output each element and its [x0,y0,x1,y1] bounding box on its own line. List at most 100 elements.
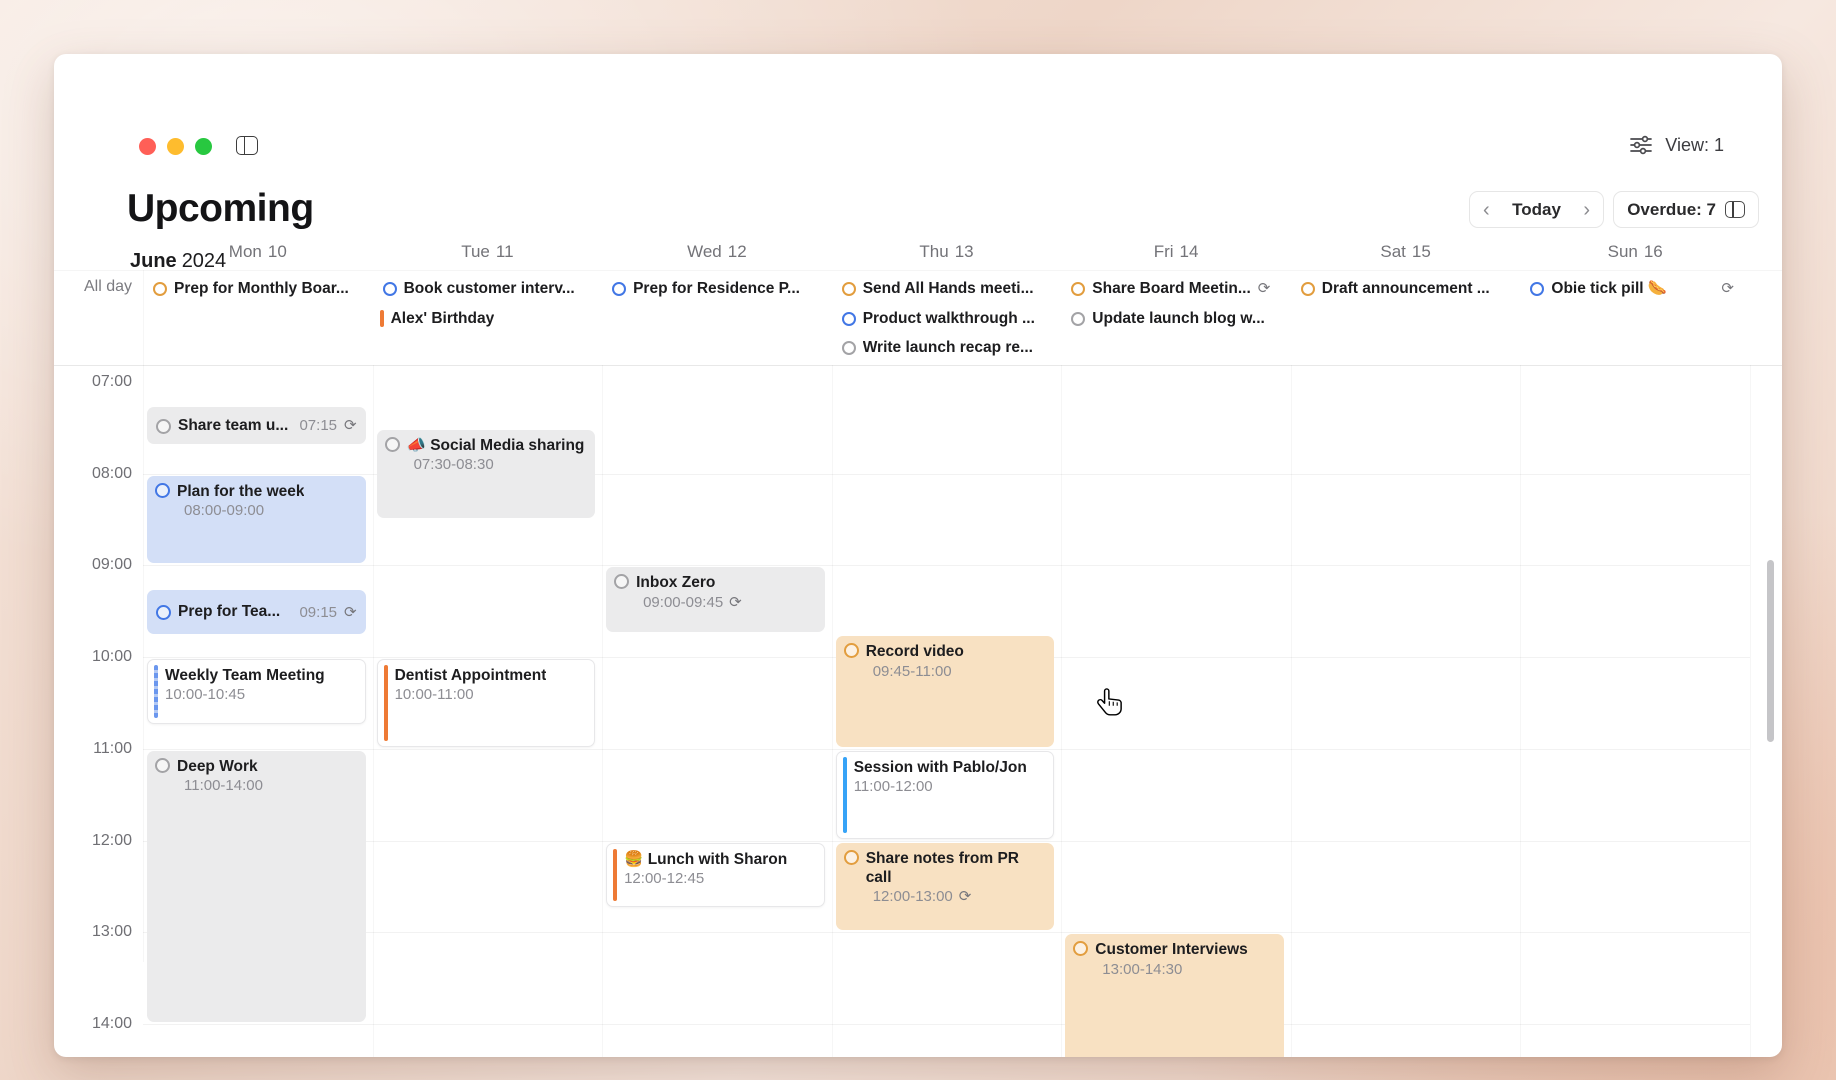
day-name: Sat [1380,242,1406,261]
allday-event[interactable]: Update launch blog w... [1063,306,1283,331]
allday-event[interactable]: Product walkthrough ... [834,306,1054,331]
repeat-icon: ⟳ [729,595,742,610]
event-time-text: 08:00-09:00 [184,502,264,519]
timed-event[interactable]: Plan for the week08:00-09:00 [147,476,366,564]
hour-line [143,1024,1750,1025]
allday-event[interactable]: Prep for Monthly Boar... [145,276,365,301]
time-label: 10:00 [62,648,132,666]
allday-event[interactable]: Alex' Birthday [375,306,595,331]
task-checkbox[interactable] [844,850,859,865]
event-head: Record video [836,636,1055,661]
task-checkbox[interactable] [383,282,397,296]
task-checkbox[interactable] [1301,282,1315,296]
vertical-scrollbar[interactable] [1767,560,1774,742]
event-time: 07:15 [299,417,337,434]
event-head: 📣 Social Media sharing [377,430,596,455]
task-checkbox[interactable] [156,419,171,434]
timed-event[interactable]: Share team u...07:15⟳ [147,407,366,444]
day-number: 11 [496,242,514,261]
event-title: Write launch recap re... [863,335,1033,360]
repeat-icon: ⟳ [344,605,357,620]
task-checkbox[interactable] [1530,282,1544,296]
day-number: 15 [1412,242,1431,261]
timed-event[interactable]: Customer Interviews13:00-14:30 [1065,934,1284,1057]
event-time: 13:00-14:30 [1065,960,1284,978]
allday-event[interactable]: Book customer interv... [375,276,595,301]
event-time-text: 07:30-08:30 [414,456,494,473]
allday-event[interactable]: Share Board Meetin...⟳ [1063,276,1283,301]
timed-event[interactable]: 📣 Social Media sharing07:30-08:30 [377,430,596,518]
allday-event[interactable]: Send All Hands meeti... [834,276,1054,301]
event-time: 09:15 [299,604,337,621]
time-label: 08:00 [62,465,132,483]
column-divider [143,270,144,962]
event-title: Deep Work [177,757,258,776]
day-number: 16 [1644,242,1663,261]
color-bar [380,310,384,327]
timed-event[interactable]: Share notes from PR call12:00-13:00⟳ [836,843,1055,931]
timed-event[interactable]: Prep for Tea...09:15⟳ [147,590,366,633]
column-divider [1750,365,1751,1057]
event-title: Customer Interviews [1095,940,1247,959]
event-title: Product walkthrough ... [863,306,1035,331]
event-time: 11:00-14:00 [147,776,366,794]
day-header-sun: Sun 16 [1608,242,1663,262]
task-checkbox[interactable] [1073,941,1088,956]
day-number: 14 [1180,242,1199,261]
allday-event[interactable]: Obie tick pill 🌭⟳ [1522,276,1742,301]
task-checkbox[interactable] [614,574,629,589]
event-title: Plan for the week [177,482,304,501]
color-bar [154,665,158,718]
task-checkbox[interactable] [612,282,626,296]
allday-event[interactable]: Prep for Residence P... [604,276,824,301]
column-divider [1520,365,1521,1057]
timed-event[interactable]: Weekly Team Meeting10:00-10:45 [147,659,366,724]
timed-event[interactable]: Record video09:45-11:00 [836,636,1055,747]
event-time: 09:45-11:00 [836,662,1055,680]
timed-event[interactable]: Inbox Zero09:00-09:45⟳ [606,567,825,632]
time-label: 09:00 [62,556,132,574]
task-checkbox[interactable] [156,605,171,620]
timed-event[interactable]: 🍔 Lunch with Sharon12:00-12:45 [606,843,825,908]
task-checkbox[interactable] [1071,312,1085,326]
event-title: Alex' Birthday [391,306,495,331]
hour-line [143,565,1750,566]
day-name: Mon [229,242,262,261]
event-title: Session with Pablo/Jon [854,758,1027,777]
task-checkbox[interactable] [842,282,856,296]
timed-event[interactable]: Dentist Appointment10:00-11:00 [377,659,596,747]
task-checkbox[interactable] [1071,282,1085,296]
calendar-grid: Mon10Tue11Wed12Thu13Fri14Sat15Sun1607:00… [54,54,1782,1057]
task-checkbox[interactable] [842,312,856,326]
task-checkbox[interactable] [842,341,856,355]
event-time: 12:00-13:00⟳ [836,887,1055,905]
task-checkbox[interactable] [844,643,859,658]
column-divider [373,365,374,1057]
event-time: 10:00-10:45 [148,685,365,703]
app-window: View: 1 Upcoming June2024 ‹ Today › Over… [54,54,1782,1057]
repeat-icon: ⟳ [1258,281,1271,296]
repeat-icon: ⟳ [959,889,972,904]
hour-line [143,841,1750,842]
day-header-sat: Sat 15 [1380,242,1430,262]
timed-event[interactable]: Session with Pablo/Jon11:00-12:00 [836,751,1055,839]
task-checkbox[interactable] [385,437,400,452]
event-head: Session with Pablo/Jon [837,752,1054,777]
allday-top-divider [54,270,1782,271]
timed-event[interactable]: Deep Work11:00-14:00 [147,751,366,1022]
column-divider [832,365,833,1057]
event-head: Dentist Appointment [378,660,595,685]
repeat-icon: ⟳ [344,418,357,433]
event-title: Update launch blog w... [1092,306,1265,331]
day-name: Sun [1608,242,1638,261]
day-name: Thu [919,242,948,261]
column-divider [1291,365,1292,1057]
task-checkbox[interactable] [153,282,167,296]
task-checkbox[interactable] [155,758,170,773]
task-checkbox[interactable] [155,483,170,498]
allday-event[interactable]: Write launch recap re... [834,335,1054,360]
day-header-tue: Tue11 [461,242,513,262]
event-title: Dentist Appointment [395,666,547,685]
time-label: 14:00 [62,1015,132,1033]
allday-event[interactable]: Draft announcement ... [1293,276,1513,301]
